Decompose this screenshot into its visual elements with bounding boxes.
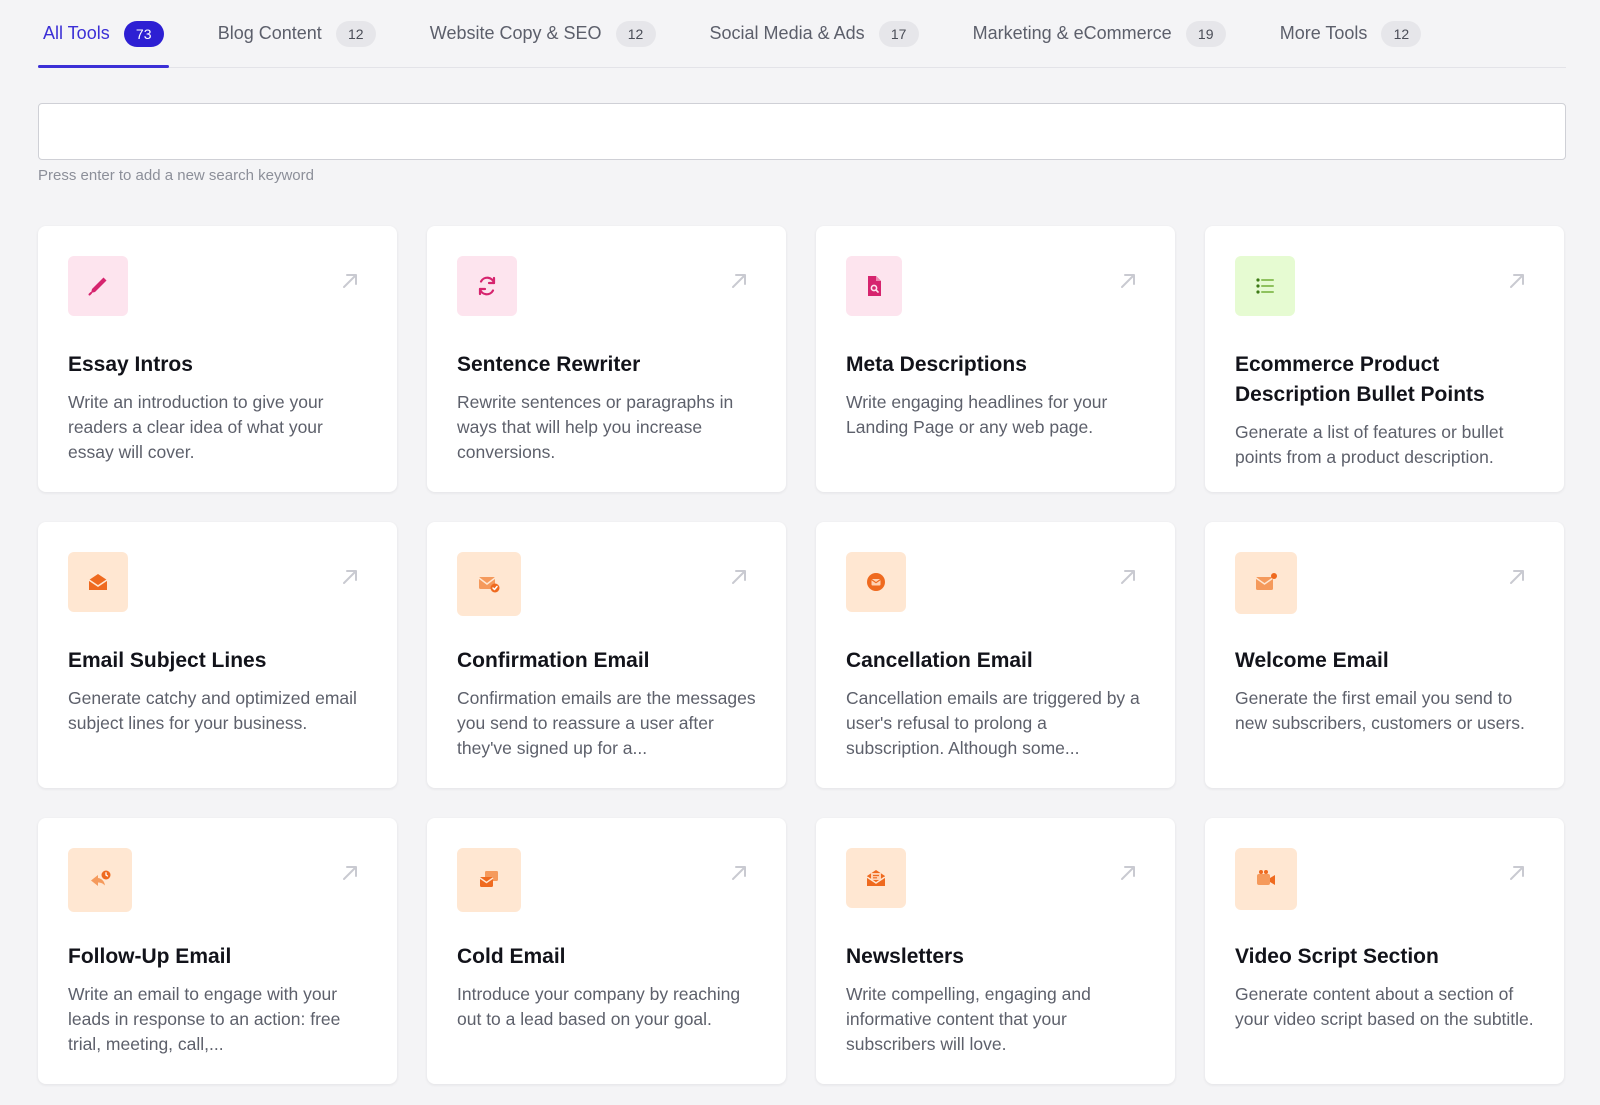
tab-label: Social Media & Ads (709, 23, 865, 43)
refresh-icon (478, 276, 496, 296)
arrow-up-right-icon (1510, 570, 1524, 584)
tab-website-copy-seo[interactable]: Website Copy & SEO 12 (425, 0, 661, 67)
arrow-up-right-icon (343, 866, 357, 880)
tool-title: Ecommerce Product Description Bullet Poi… (1235, 353, 1485, 406)
arrow-up-right-icon (343, 274, 357, 288)
category-tabs: All Tools 73 Blog Content 12 Website Cop… (38, 0, 1566, 68)
tab-label: All Tools (43, 23, 110, 43)
tool-card-essay-intros[interactable]: Essay Intros Write an introduction to gi… (38, 226, 397, 492)
tool-title: Email Subject Lines (68, 649, 267, 672)
tool-description: Write compelling, engaging and informati… (846, 984, 1091, 1054)
tool-card-ecommerce-bullet-points[interactable]: Ecommerce Product Description Bullet Poi… (1205, 226, 1564, 492)
arrow-up-right-icon (1121, 866, 1135, 880)
tool-card-email-subject-lines[interactable]: Email Subject Lines Generate catchy and … (38, 522, 397, 788)
tool-description: Rewrite sentences or paragraphs in ways … (457, 392, 734, 462)
pen-icon (88, 277, 107, 296)
tool-icon-box (846, 848, 906, 908)
tool-description: Confirmation emails are the messages you… (457, 688, 756, 758)
tab-label: More Tools (1279, 23, 1368, 43)
tool-description: Generate content about a section of your… (1235, 984, 1534, 1029)
arrow-up-right-icon (732, 274, 746, 288)
tab-marketing-ecommerce[interactable]: Marketing & eCommerce 19 (968, 0, 1231, 67)
tool-icon-box (1235, 848, 1297, 910)
tools-grid: Essay Intros Write an introduction to gi… (38, 226, 1566, 1084)
tool-title: Sentence Rewriter (457, 353, 641, 376)
mail-check-icon (478, 577, 500, 593)
arrow-up-right-icon (732, 866, 746, 880)
search-input[interactable] (38, 103, 1566, 160)
tool-icon-box (846, 256, 902, 316)
tool-title: Meta Descriptions (846, 353, 1027, 376)
tool-description: Introduce your company by reaching out t… (457, 984, 741, 1029)
arrow-up-right-icon (732, 570, 746, 584)
tool-title: Cancellation Email (846, 649, 1033, 672)
tool-card-sentence-rewriter[interactable]: Sentence Rewriter Rewrite sentences or p… (427, 226, 786, 492)
tool-icon-box (1235, 256, 1295, 316)
tool-description: Generate a list of features or bullet po… (1235, 422, 1504, 467)
tab-count-badge: 17 (878, 20, 919, 47)
file-search-icon (868, 276, 881, 296)
tool-card-meta-descriptions[interactable]: Meta Descriptions Write engaging headlin… (816, 226, 1175, 492)
arrow-up-right-icon (1510, 274, 1524, 288)
tool-description: Write an email to engage with your leads… (68, 984, 341, 1054)
tool-title: Essay Intros (68, 353, 193, 376)
tool-title: Cold Email (457, 945, 566, 968)
tool-description: Generate the first email you send to new… (1235, 688, 1525, 733)
tool-icon-box (1235, 552, 1297, 614)
tab-count-badge: 12 (335, 20, 376, 47)
list-icon (1256, 278, 1274, 294)
tab-count-badge: 73 (123, 20, 164, 47)
tool-icon-box (846, 552, 906, 612)
tab-count-badge: 12 (1381, 20, 1422, 47)
tool-icon-box (457, 848, 521, 912)
tab-blog-content[interactable]: Blog Content 12 (213, 0, 381, 67)
tool-icon-box (457, 552, 521, 616)
tool-icon-box (68, 552, 128, 612)
tool-card-follow-up-email[interactable]: Follow-Up Email Write an email to engage… (38, 818, 397, 1084)
tool-card-newsletters[interactable]: Newsletters Write compelling, engaging a… (816, 818, 1175, 1084)
tab-more-tools[interactable]: More Tools 12 (1275, 0, 1427, 67)
tool-description: Generate catchy and optimized email subj… (68, 688, 357, 733)
tab-count-badge: 19 (1185, 20, 1226, 47)
tool-title: Newsletters (846, 945, 964, 968)
tool-title: Confirmation Email (457, 649, 650, 672)
tool-card-welcome-email[interactable]: Welcome Email Generate the first email y… (1205, 522, 1564, 788)
tool-title: Welcome Email (1235, 649, 1389, 672)
arrow-up-right-icon (343, 570, 357, 584)
arrow-up-right-icon (1121, 274, 1135, 288)
tab-all-tools[interactable]: All Tools 73 (38, 0, 169, 68)
tool-icon-box (68, 256, 128, 316)
tab-social-media-ads[interactable]: Social Media & Ads 17 (705, 0, 924, 67)
tab-label: Website Copy & SEO (429, 23, 602, 43)
newsletter-icon (866, 870, 886, 886)
video-camera-icon (1257, 870, 1275, 885)
tool-icon-box (457, 256, 517, 316)
search-hint: Press enter to add a new search keyword (38, 167, 314, 184)
reply-clock-icon (91, 870, 111, 886)
tool-card-video-script-section[interactable]: Video Script Section Generate content ab… (1205, 818, 1564, 1084)
tool-icon-box (68, 848, 132, 912)
arrow-up-right-icon (1510, 866, 1524, 880)
tool-description: Cancellation emails are triggered by a u… (846, 688, 1140, 758)
tool-description: Write an introduction to give your reade… (68, 392, 324, 462)
mail-circle-icon (867, 573, 885, 591)
tool-title: Follow-Up Email (68, 945, 232, 968)
tab-label: Marketing & eCommerce (972, 23, 1172, 43)
tab-label: Blog Content (217, 23, 322, 43)
tab-count-badge: 12 (615, 20, 656, 47)
arrow-up-right-icon (1121, 570, 1135, 584)
tool-card-cold-email[interactable]: Cold Email Introduce your company by rea… (427, 818, 786, 1084)
tool-card-cancellation-email[interactable]: Cancellation Email Cancellation emails a… (816, 522, 1175, 788)
mails-icon (479, 871, 498, 887)
mail-dot-icon (1255, 573, 1277, 590)
tool-description: Write engaging headlines for your Landin… (846, 392, 1108, 437)
tool-card-confirmation-email[interactable]: Confirmation Email Confirmation emails a… (427, 522, 786, 788)
tool-title: Video Script Section (1235, 945, 1439, 968)
envelope-open-icon (88, 574, 108, 590)
